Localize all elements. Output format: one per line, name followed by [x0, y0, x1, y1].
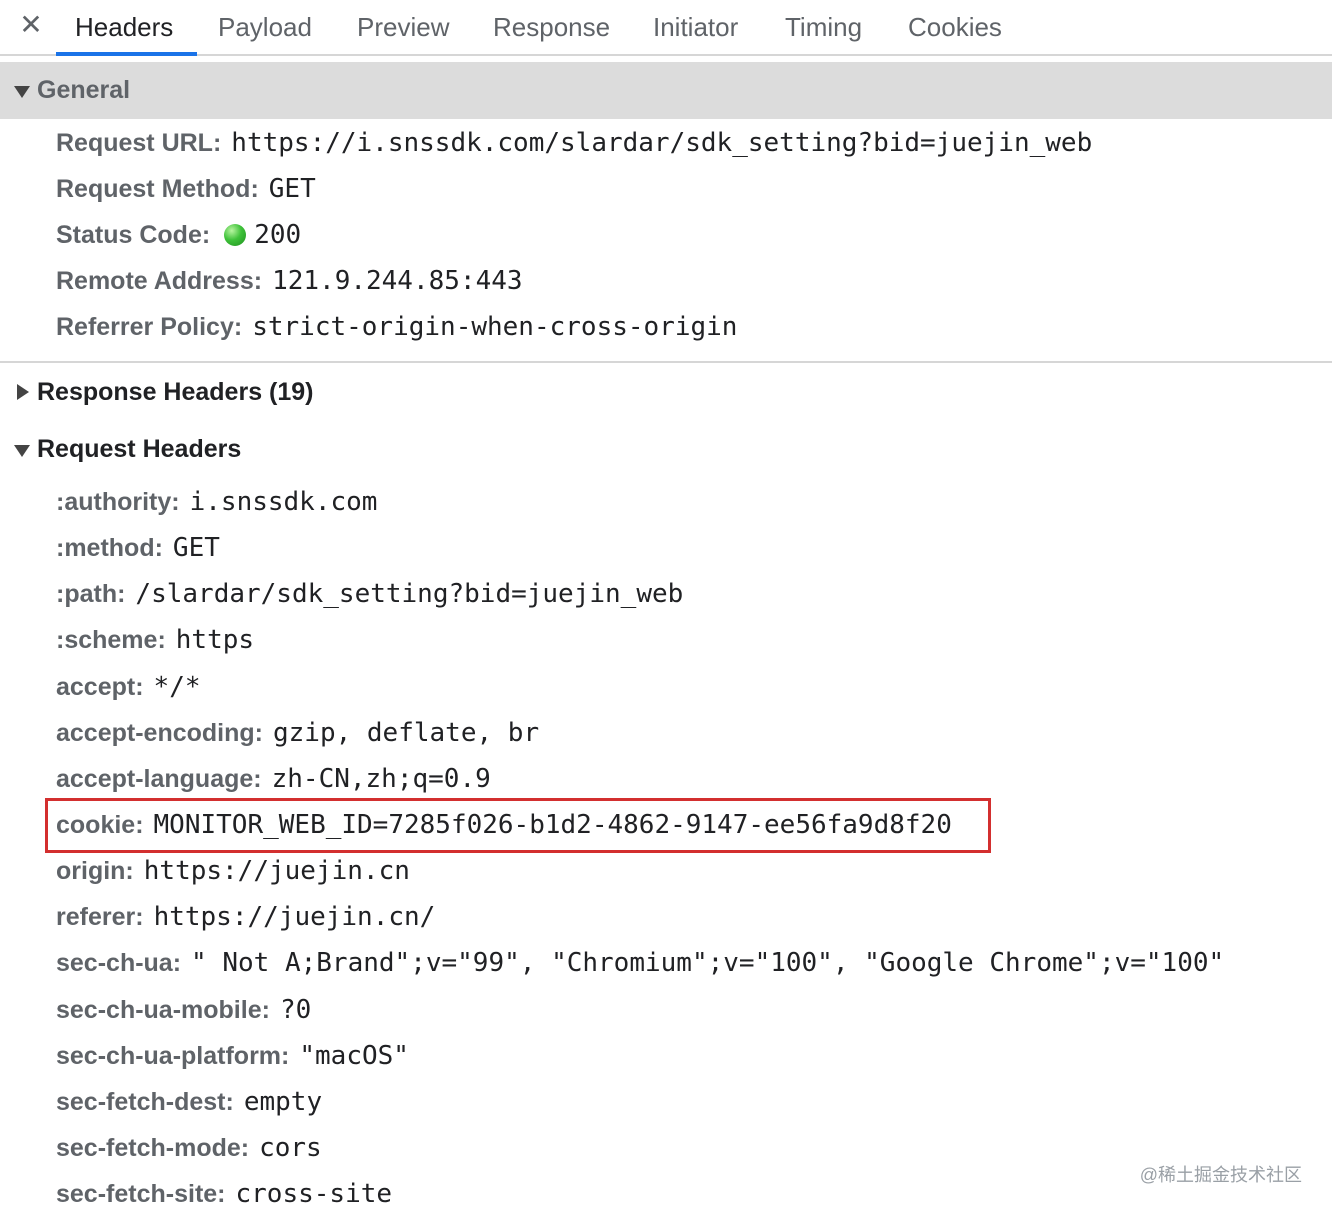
request-header-origin: origin: https://juejin.cn [56, 851, 410, 891]
tab-headers[interactable]: Headers [75, 0, 173, 56]
header-key: Remote Address: [56, 267, 263, 295]
header-key: sec-fetch-site: [56, 1180, 226, 1208]
request-header-accept: accept: */* [56, 667, 201, 707]
header-key: :authority: [56, 488, 180, 516]
tab-initiator[interactable]: Initiator [653, 0, 738, 56]
request-header-sec-fetch-site: sec-fetch-site: cross-site [56, 1174, 392, 1214]
request-header-accept-language: accept-language: zh-CN,zh;q=0.9 [56, 759, 491, 799]
header-key: :scheme: [56, 626, 166, 654]
header-key: referer: [56, 903, 144, 931]
general-section-header[interactable]: General [0, 62, 1332, 119]
general-row-request-method: Request Method: GET [56, 169, 316, 209]
request-header-scheme: :scheme: https [56, 620, 254, 660]
header-value: i.snssdk.com [189, 487, 378, 517]
header-value: cross-site [235, 1179, 393, 1209]
request-header-sec-fetch-mode: sec-fetch-mode: cors [56, 1128, 322, 1168]
request-header-method: :method: GET [56, 528, 220, 568]
header-value: zh-CN,zh;q=0.9 [271, 764, 491, 794]
tab-preview[interactable]: Preview [357, 0, 449, 56]
response-headers-section-header[interactable]: Response Headers (19) [0, 372, 600, 414]
tab-payload[interactable]: Payload [218, 0, 312, 56]
header-value: cors [259, 1133, 322, 1163]
header-key: accept: [56, 673, 144, 701]
section-divider [0, 361, 1332, 363]
devtools-tabbar: ✕ Headers Payload Preview Response Initi… [0, 0, 1332, 56]
header-value: strict-origin-when-cross-origin [252, 312, 738, 342]
header-value: https://i.snssdk.com/slardar/sdk_setting… [231, 128, 1093, 158]
response-headers-title: Response Headers (19) [37, 378, 314, 406]
header-value: https://juejin.cn [143, 856, 410, 886]
header-value: /slardar/sdk_setting?bid=juejin_web [135, 579, 684, 609]
request-header-authority: :authority: i.snssdk.com [56, 482, 377, 522]
general-row-remote-address: Remote Address: 121.9.244.85:443 [56, 261, 523, 301]
header-key: sec-ch-ua: [56, 949, 182, 977]
collapse-triangle-icon [14, 445, 30, 457]
cookie-highlight-box [45, 798, 991, 853]
request-headers-section-header[interactable]: Request Headers [0, 429, 600, 471]
status-ok-icon [224, 224, 247, 246]
tab-timing[interactable]: Timing [785, 0, 862, 56]
header-value: gzip, deflate, br [272, 718, 540, 748]
header-value: */* [153, 672, 201, 702]
header-key: sec-fetch-dest: [56, 1088, 234, 1116]
request-header-sec-ch-ua: sec-ch-ua: " Not A;Brand";v="99", "Chromi… [56, 943, 1224, 983]
general-title: General [37, 76, 131, 104]
request-header-sec-fetch-dest: sec-fetch-dest: empty [56, 1082, 322, 1122]
request-header-accept-encoding: accept-encoding: gzip, deflate, br [56, 713, 539, 753]
request-header-sec-ch-ua-mobile: sec-ch-ua-mobile: ?0 [56, 990, 311, 1030]
header-key: sec-ch-ua-mobile: [56, 996, 270, 1024]
header-key: sec-fetch-mode: [56, 1134, 250, 1162]
header-value: " Not A;Brand";v="99", "Chromium";v="100… [191, 948, 1225, 978]
request-header-sec-ch-ua-platform: sec-ch-ua-platform: "macOS" [56, 1036, 409, 1076]
header-key: accept-encoding: [56, 719, 263, 747]
general-row-referrer-policy: Referrer Policy: strict-origin-when-cross… [56, 307, 737, 347]
watermark: @稀土掘金技术社区 [1139, 1165, 1302, 1185]
header-value: 200 [254, 220, 302, 250]
header-value: empty [243, 1087, 323, 1117]
tab-response[interactable]: Response [493, 0, 610, 56]
header-key: :method: [56, 534, 163, 562]
request-header-path: :path: /slardar/sdk_setting?bid=juejin_we… [56, 574, 683, 614]
request-headers-title: Request Headers [37, 435, 242, 463]
active-tab-indicator [56, 52, 197, 56]
header-value: ?0 [279, 995, 312, 1025]
header-key: origin: [56, 857, 134, 885]
header-key: :path: [56, 580, 126, 608]
general-row-request-url: Request URL: https://i.snssdk.com/slardar… [56, 123, 1092, 163]
header-value: 121.9.244.85:443 [272, 266, 523, 296]
collapse-triangle-icon [14, 86, 30, 98]
tab-cookies[interactable]: Cookies [908, 0, 1002, 56]
header-value: https [175, 625, 255, 655]
header-key: accept-language: [56, 765, 262, 793]
header-key: Status Code: [56, 221, 211, 249]
header-value: GET [268, 174, 316, 204]
expand-triangle-icon [17, 384, 29, 400]
header-key: Referrer Policy: [56, 313, 243, 341]
general-row-status-code: Status Code: 200 [56, 215, 301, 255]
header-value: "macOS" [299, 1041, 409, 1071]
header-key: sec-ch-ua-platform: [56, 1042, 290, 1070]
header-key: Request URL: [56, 129, 222, 157]
close-icon[interactable]: ✕ [18, 10, 44, 40]
header-value: GET [172, 533, 220, 563]
header-value: https://juejin.cn/ [153, 902, 436, 932]
header-key: Request Method: [56, 175, 259, 203]
request-header-referer: referer: https://juejin.cn/ [56, 897, 435, 937]
